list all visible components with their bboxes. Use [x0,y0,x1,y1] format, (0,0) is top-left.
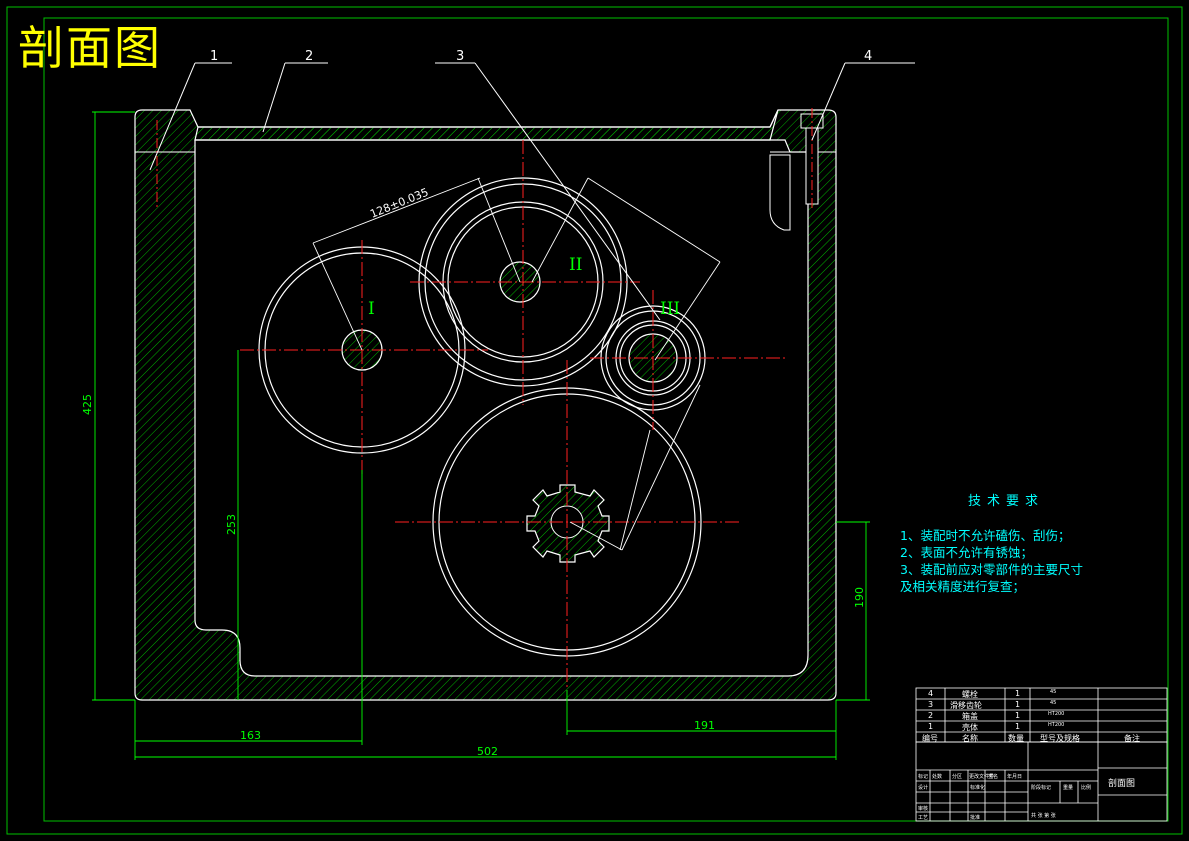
tb-label: 标记 [918,774,929,780]
tb-label: 共 张 第 张 [1031,813,1056,819]
shaft-label-III: III [660,299,680,319]
tb-label: 工艺 [918,815,929,821]
tb-label: 审核 [918,806,929,812]
tb-label: 标准化 [970,785,986,791]
shaft-label-I: I [368,299,375,319]
bom-row-no: 4 [928,689,934,698]
callout-3: 3 [456,49,464,64]
bom-row-name: 箱盖 [962,712,978,721]
callout-4: 4 [864,49,872,64]
dim-right-offset: 191 [694,719,715,732]
dim-height: 425 [81,394,94,415]
bom-header-note: 备注 [1124,734,1140,743]
tb-label: 处数 [932,774,943,780]
bom-row-no: 3 [928,700,934,709]
bom-header-name: 名称 [962,734,978,743]
title-block-drawing-name: 剖面图 [1108,779,1136,789]
dim-center-distance: 128±0.035 [368,186,430,221]
tb-label: 批准 [970,815,981,821]
tb-label: 分区 [952,774,963,780]
housing-section [134,109,837,701]
shaft-label-II: II [569,255,582,275]
tb-label: 重量 [1063,785,1074,791]
tb-label: 阶段标记 [1031,785,1052,791]
dim-right-height: 190 [853,587,866,608]
dim-overall-width: 502 [477,745,498,758]
bom-row-no: 2 [928,711,934,720]
bom-row-no: 1 [928,722,934,731]
tb-label: 年月日 [1007,774,1023,780]
cover-section [194,109,779,141]
tb-label: 签名 [988,774,999,780]
bom-row-material: 45 [1050,700,1057,706]
centerlines [240,140,785,690]
tech-requirements-title: 技术要求 [968,494,1045,509]
tech-requirement-4: 及相关精度进行复查； [900,579,1026,594]
right-boss [769,154,791,231]
bom-header-qty: 数量 [1008,734,1024,743]
callout-1: 1 [210,49,218,64]
section-drawing: 1 2 3 4 I II III 128±0.035 425 253 190 1… [6,6,1183,835]
bom-header-no: 编号 [922,734,938,743]
bom-row-name: 壳体 [962,723,978,732]
dim-shaft-height: 253 [225,514,238,535]
bom-row-material: HT200 [1048,722,1065,728]
bom-row-material: HT200 [1048,711,1065,717]
drawing-title: 剖面图 [18,21,162,75]
bom-row-qty: 1 [1015,689,1021,698]
bom-row-qty: 1 [1015,711,1021,720]
bom-row-name: 滑移齿轮 [950,701,982,710]
shaft-IV-spline [526,484,610,563]
dim-left-offset: 163 [240,729,261,742]
bom-header-material: 型号及规格 [1040,734,1080,743]
tb-label: 设计 [918,785,929,791]
bom-row-material: 45 [1050,689,1057,695]
callout-2: 2 [305,49,313,64]
bom-row-qty: 1 [1015,700,1021,709]
tb-label: 比例 [1081,785,1092,791]
bom-row-name: 螺栓 [962,690,978,699]
bom-row-qty: 1 [1015,722,1021,731]
